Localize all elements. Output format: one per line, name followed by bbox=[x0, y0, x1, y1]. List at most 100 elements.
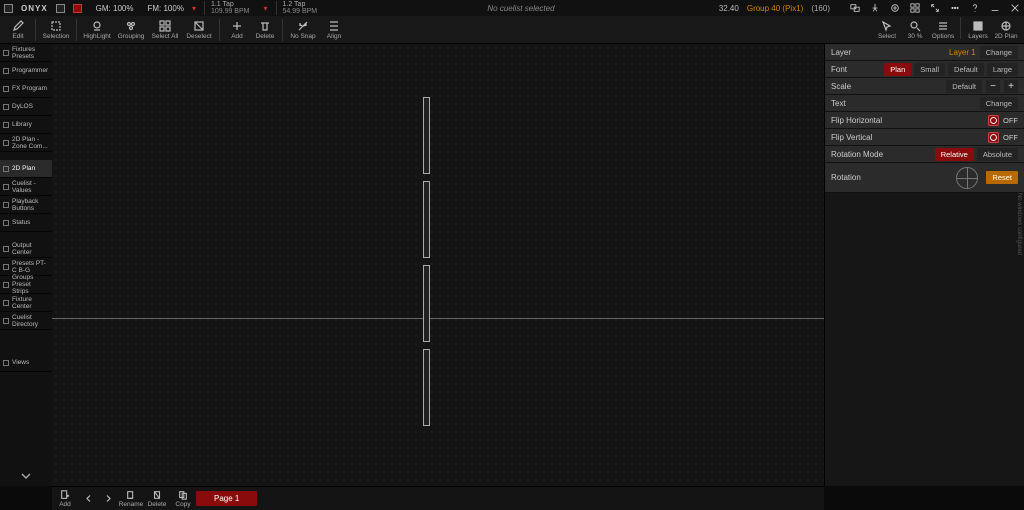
page-copy-label: Copy bbox=[175, 501, 190, 508]
page-add-button[interactable]: Add bbox=[52, 488, 78, 510]
font-label: Font bbox=[831, 65, 880, 74]
sidebar-item-fixtures-presets[interactable]: Fixtures Presets bbox=[0, 44, 52, 62]
more-icon[interactable] bbox=[950, 3, 960, 13]
flip-h-label: Flip Horizontal bbox=[831, 116, 984, 125]
align-tool[interactable]: Align bbox=[320, 17, 348, 43]
highlight-tool[interactable]: HighLight bbox=[80, 17, 114, 43]
tap-1[interactable]: 1.1 Tap 109.99 BPM bbox=[204, 1, 256, 15]
text-change-button[interactable]: Change bbox=[980, 97, 1018, 110]
rotmode-option-absolute[interactable]: Absolute bbox=[977, 148, 1018, 161]
top-status-bar: ONYX GM: 100% FM: 100% ▾ 1.1 Tap 109.99 … bbox=[0, 0, 1024, 16]
select-mode-label: Select bbox=[878, 33, 896, 40]
close-icon[interactable] bbox=[1010, 3, 1020, 13]
app-icon bbox=[4, 4, 13, 13]
font-option-small[interactable]: Small bbox=[914, 63, 945, 76]
plan2d-tool[interactable]: 2D Plan bbox=[992, 17, 1020, 43]
font-option-default[interactable]: Default bbox=[948, 63, 984, 76]
grouping-label: Grouping bbox=[118, 33, 145, 40]
sidebar-item-label: Fixtures Presets bbox=[12, 46, 49, 60]
sidebar-separator bbox=[0, 330, 52, 338]
page-prev-button[interactable] bbox=[78, 494, 98, 503]
view-icon bbox=[3, 68, 9, 74]
deselect-tool[interactable]: Deselect bbox=[182, 17, 216, 43]
tap-2[interactable]: 1.2 Tap 54.99 BPM bbox=[276, 1, 324, 15]
flip-v-toggle[interactable] bbox=[988, 132, 999, 143]
rotation-dial[interactable] bbox=[956, 167, 978, 189]
axis-x bbox=[52, 318, 824, 319]
sidebar-item-playback-buttons[interactable]: Playback Buttons bbox=[0, 196, 52, 214]
sidebar-separator bbox=[0, 232, 52, 240]
sidebar-item-label: Groups Preset Strips bbox=[12, 274, 49, 295]
view-icon bbox=[3, 104, 9, 110]
rename-icon bbox=[126, 490, 136, 500]
scale-default-button[interactable]: Default bbox=[946, 80, 982, 93]
pin-icon[interactable] bbox=[870, 3, 880, 13]
text-row: Text Change bbox=[825, 95, 1024, 112]
deselect-label: Deselect bbox=[186, 33, 211, 40]
sidebar-collapse[interactable] bbox=[0, 466, 52, 486]
scale-plus-button[interactable]: + bbox=[1004, 80, 1018, 93]
options-tool[interactable]: Options bbox=[929, 17, 957, 43]
flip-h-toggle[interactable] bbox=[988, 115, 999, 126]
rotation-reset-button[interactable]: Reset bbox=[986, 171, 1018, 184]
rotmode-label: Rotation Mode bbox=[831, 150, 931, 159]
page-rename-button[interactable]: Rename bbox=[118, 488, 144, 510]
page-rename-label: Rename bbox=[119, 501, 144, 508]
select-all-tool[interactable]: Select All bbox=[148, 17, 182, 43]
sidebar-item-programmer[interactable]: Programmer bbox=[0, 62, 52, 80]
font-option-large[interactable]: Large bbox=[987, 63, 1018, 76]
sidebar-item-output-center[interactable]: Output Center bbox=[0, 240, 52, 258]
page-copy-button[interactable]: Copy bbox=[170, 488, 196, 510]
help-icon[interactable] bbox=[970, 3, 980, 13]
workspace-icon[interactable] bbox=[56, 4, 65, 13]
record-icon[interactable] bbox=[73, 4, 82, 13]
flip-v-row: Flip Vertical OFF bbox=[825, 129, 1024, 146]
layer-label: Layer bbox=[831, 48, 945, 57]
layers-label: Layers bbox=[968, 33, 988, 40]
sidebar-separator bbox=[0, 338, 52, 346]
rotation-mode-row: Rotation Mode RelativeAbsolute bbox=[825, 146, 1024, 163]
sidebar-item-2d-plan-zone-com[interactable]: 2D Plan - Zone Com... bbox=[0, 134, 52, 152]
page-next-button[interactable] bbox=[98, 494, 118, 503]
rotation-row: Rotation Reset bbox=[825, 163, 1024, 193]
edit-tool[interactable]: Edit bbox=[4, 17, 32, 43]
sidebar-item-fx-program[interactable]: FX Program bbox=[0, 80, 52, 98]
font-option-plan[interactable]: Plan bbox=[884, 63, 911, 76]
sidebar-item-cuelist-directory[interactable]: Cuelist Directory bbox=[0, 312, 52, 330]
zoom-tool[interactable]: 30 % bbox=[901, 17, 929, 43]
sidebar-item-cuelist-values[interactable]: Cuelist - Values bbox=[0, 178, 52, 196]
rotmode-option-relative[interactable]: Relative bbox=[935, 148, 974, 161]
add-label: Add bbox=[231, 33, 243, 40]
settings-icon[interactable] bbox=[890, 3, 900, 13]
selection-tool[interactable]: Selection bbox=[39, 17, 73, 43]
layer-change-button[interactable]: Change bbox=[980, 46, 1018, 59]
scale-minus-button[interactable]: − bbox=[986, 80, 1000, 93]
no-snap-tool[interactable]: No Snap bbox=[286, 17, 320, 43]
sidebar-item-fixture-center[interactable]: Fixture Center bbox=[0, 294, 52, 312]
sidebar-item-groups-preset-strips[interactable]: Groups Preset Strips bbox=[0, 276, 52, 294]
expand-icon[interactable] bbox=[930, 3, 940, 13]
grouping-tool[interactable]: Grouping bbox=[114, 17, 148, 43]
font-row: Font PlanSmallDefaultLarge bbox=[825, 61, 1024, 78]
minimize-icon[interactable] bbox=[990, 3, 1000, 13]
view-icon bbox=[3, 360, 9, 366]
plan-canvas[interactable] bbox=[52, 44, 824, 486]
page-delete-label: Delete bbox=[148, 501, 167, 508]
sidebar-item-views[interactable]: Views bbox=[0, 354, 52, 372]
selected-group: Group 40 (Pix1) bbox=[747, 4, 803, 13]
sidebar-item-library[interactable]: Library bbox=[0, 116, 52, 134]
page-delete-button[interactable]: Delete bbox=[144, 488, 170, 510]
screens-icon[interactable] bbox=[850, 3, 860, 13]
sidebar-item-dylos[interactable]: DyLOS bbox=[0, 98, 52, 116]
selected-fixture-strip[interactable] bbox=[423, 97, 430, 433]
delete-tool[interactable]: Delete bbox=[251, 17, 279, 43]
select-mode-tool[interactable]: Select bbox=[873, 17, 901, 43]
layers-tool[interactable]: Layers bbox=[964, 17, 992, 43]
grid-icon[interactable] bbox=[910, 3, 920, 13]
selection-label: Selection bbox=[43, 33, 70, 40]
sidebar-item-status[interactable]: Status bbox=[0, 214, 52, 232]
add-tool[interactable]: Add bbox=[223, 17, 251, 43]
page-tab-1[interactable]: Page 1 bbox=[196, 491, 257, 506]
scale-row: Scale Default − + bbox=[825, 78, 1024, 95]
sidebar-item-2d-plan[interactable]: 2D Plan bbox=[0, 160, 52, 178]
